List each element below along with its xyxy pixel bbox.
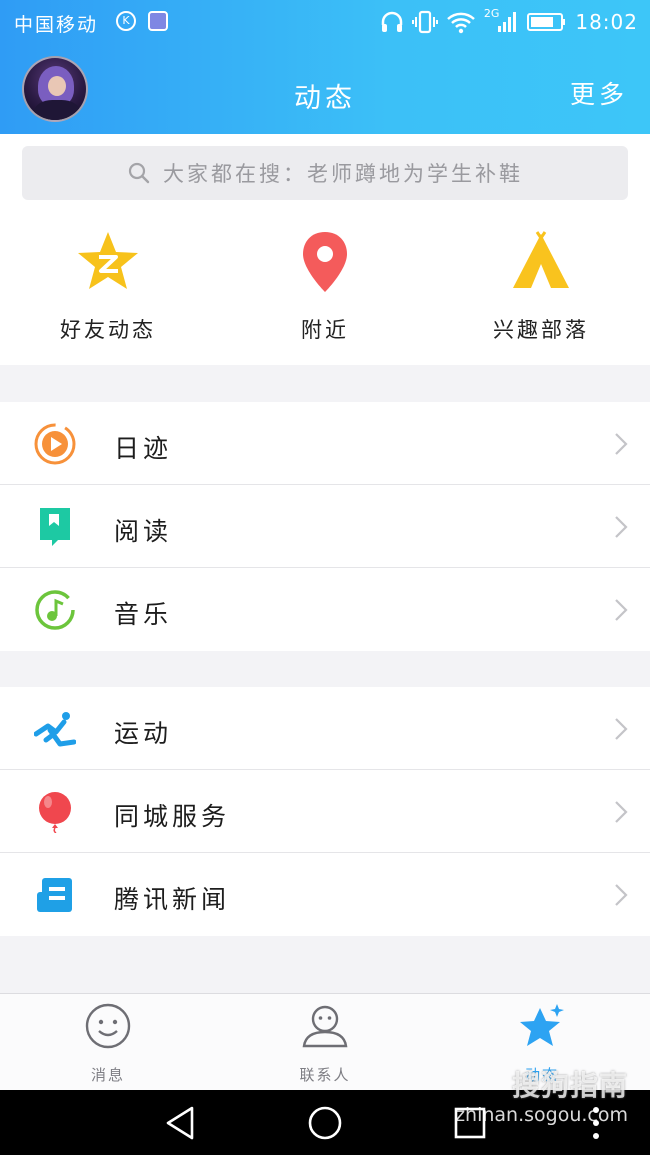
top-section: 大家都在搜：老师蹲地为学生补鞋 好友动态 附近 兴趣部落 [0, 134, 650, 365]
back-icon[interactable] [162, 1104, 202, 1142]
system-nav-bar [0, 1090, 650, 1155]
play-circle-icon [34, 423, 76, 465]
search-placeholder: 大家都在搜：老师蹲地为学生补鞋 [163, 162, 523, 186]
chevron-right-icon [615, 599, 628, 621]
list-item-label: 运动 [114, 719, 173, 748]
news-icon [37, 878, 72, 912]
headphones-icon [381, 11, 403, 32]
menu-dots-icon[interactable] [586, 1104, 606, 1142]
bottom-tab-bar: 消息 联系人 动态 [0, 993, 650, 1090]
star-icon [520, 1004, 564, 1046]
balloon-icon [39, 792, 71, 833]
wifi-icon [446, 12, 475, 34]
tab-label: 动态 [524, 1066, 559, 1084]
chevron-right-icon [615, 801, 628, 823]
list-item-label: 阅读 [114, 517, 173, 546]
home-icon[interactable] [305, 1104, 345, 1142]
chevron-right-icon [615, 516, 628, 538]
status-bar: 中国移动 K 2G 18:02 [0, 0, 650, 44]
list-item-daily-trace[interactable]: 日迹 [0, 402, 650, 485]
quick-action-friends-feed[interactable]: 好友动态 [8, 230, 208, 344]
battery-icon [527, 13, 566, 31]
chevron-right-icon [615, 718, 628, 740]
list-item-city-service[interactable]: 同城服务 [0, 770, 650, 853]
quick-action-interest-tribe[interactable]: 兴趣部落 [441, 230, 641, 344]
search-icon [128, 162, 150, 184]
tab-label: 消息 [90, 1066, 125, 1084]
tab-contacts[interactable]: 联系人 [217, 1002, 433, 1085]
signal-icon [498, 12, 517, 32]
quick-action-label: 附近 [301, 318, 349, 342]
carrier-label: 中国移动 [14, 14, 99, 36]
quick-action-label: 兴趣部落 [493, 318, 589, 342]
app-badge-icon: K [116, 11, 136, 31]
gallery-icon [148, 11, 168, 31]
list-item-sports[interactable]: 运动 [0, 687, 650, 770]
running-icon [34, 712, 76, 747]
list-item-tencent-news[interactable]: 腾讯新闻 [0, 853, 650, 936]
quick-action-nearby[interactable]: 附近 [225, 230, 425, 344]
book-icon [40, 508, 70, 546]
list-item-reading[interactable]: 阅读 [0, 485, 650, 568]
page-title: 动态 [294, 83, 356, 114]
chevron-right-icon [615, 884, 628, 906]
chevron-right-icon [615, 433, 628, 455]
quick-action-label: 好友动态 [60, 318, 156, 342]
clock: 18:02 [575, 10, 638, 34]
feature-group-2: 运动 同城服务 腾讯新闻 [0, 687, 650, 936]
tent-icon [513, 231, 569, 288]
location-pin-icon [303, 232, 347, 292]
feature-group-1: 日迹 阅读 音乐 [0, 402, 650, 651]
network-type-label: 2G [483, 6, 500, 20]
list-item-label: 音乐 [114, 600, 173, 629]
app-header: 中国移动 K 2G 18:02 动态 更多 [0, 0, 650, 134]
list-item-label: 日迹 [114, 434, 173, 463]
list-item-music[interactable]: 音乐 [0, 568, 650, 651]
tab-feed[interactable]: 动态 [434, 1002, 650, 1085]
vibrate-icon [411, 10, 438, 34]
smile-face-icon [85, 1003, 131, 1049]
contact-person-icon [302, 1005, 348, 1048]
recent-apps-icon[interactable] [450, 1104, 490, 1142]
qzone-star-icon [78, 232, 138, 289]
list-item-label: 腾讯新闻 [114, 885, 231, 914]
tab-label: 联系人 [299, 1066, 351, 1084]
tab-messages[interactable]: 消息 [0, 1002, 216, 1085]
more-button[interactable]: 更多 [570, 75, 628, 111]
music-note-icon [35, 590, 75, 630]
list-item-label: 同城服务 [114, 802, 231, 831]
search-bar[interactable]: 大家都在搜：老师蹲地为学生补鞋 [22, 146, 628, 200]
